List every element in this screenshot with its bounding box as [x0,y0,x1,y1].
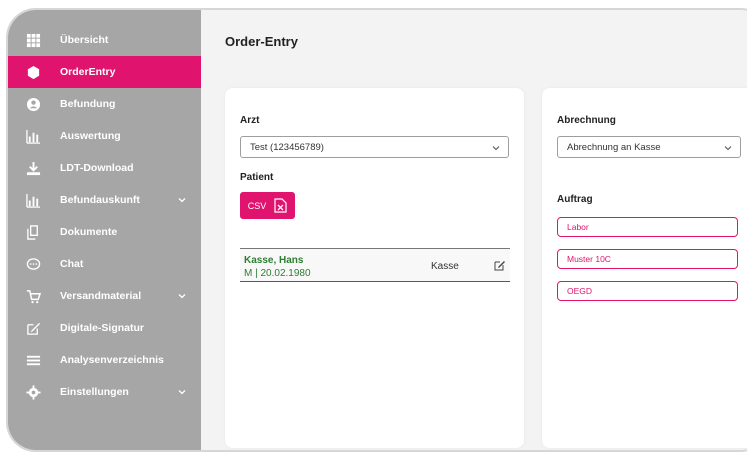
sidebar-item-label: OrderEntry [60,66,116,78]
sidebar-item-label: Einstellungen [60,386,129,398]
gear-icon [24,383,42,401]
sidebar-item-übersicht[interactable]: Übersicht [8,24,201,56]
sidebar-item-versandmaterial[interactable]: Versandmaterial [8,280,201,312]
chevron-down-icon [178,198,186,203]
user-circle-icon [24,95,42,113]
csv-import-button[interactable]: CSV [240,192,295,219]
sidebar-item-label: LDT-Download [60,162,134,174]
chevron-down-icon [724,146,732,151]
bar-chart-icon [24,191,42,209]
order-card: Arzt Test (123456789) Patient CSV Kasse,… [225,88,524,448]
list-icon [24,351,42,369]
edit-icon [24,319,42,337]
patient-name: Kasse, Hans [244,255,304,266]
sidebar-item-digitale-signatur[interactable]: Digitale-Signatur [8,312,201,344]
order-oegd-label: OEGD [567,286,593,296]
bar-chart-icon [24,127,42,145]
main-content: Order-Entry Arzt Test (123456789) Patien… [201,10,747,450]
app-window: Übersicht OrderEntry Befundung Auswertung LD… [6,8,747,452]
billing-card: Abrechnung Abrechnung an Kasse Auftrag L… [542,88,747,448]
chevron-down-icon [178,390,186,395]
sidebar-item-ldt-download[interactable]: LDT-Download [8,152,201,184]
page-title: Order-Entry [225,34,298,49]
abrechnung-select-value: Abrechnung an Kasse [567,141,661,153]
sidebar-item-befundung[interactable]: Befundung [8,88,201,120]
order-oegd-button[interactable]: OEGD [557,281,738,301]
sidebar: Übersicht OrderEntry Befundung Auswertung LD… [8,10,201,450]
sidebar-item-orderentry[interactable]: OrderEntry [8,56,201,88]
patient-insurance-type: Kasse [431,261,459,272]
csv-button-label: CSV [247,200,267,211]
sidebar-item-chat[interactable]: Chat [8,248,201,280]
chat-icon [24,255,42,273]
abrechnung-label: Abrechnung [557,115,616,126]
order-muster-10c-label: Muster 10C [567,254,611,264]
sidebar-item-label: Chat [60,258,84,270]
sidebar-item-label: Auswertung [60,130,121,142]
sidebar-item-label: Befundung [60,98,116,110]
excel-file-icon [274,198,287,213]
order-muster-10c-button[interactable]: Muster 10C [557,249,738,269]
abrechnung-select[interactable]: Abrechnung an Kasse [557,136,741,158]
sidebar-item-auswertung[interactable]: Auswertung [8,120,201,152]
sidebar-item-einstellungen[interactable]: Einstellungen [8,376,201,408]
sidebar-item-label: Digitale-Signatur [60,322,145,334]
order-labor-button[interactable]: Labor [557,217,738,237]
sidebar-item-label: Übersicht [60,34,109,46]
sidebar-item-befundauskunft[interactable]: Befundauskunft [8,184,201,216]
documents-icon [24,223,42,241]
sidebar-item-label: Befundauskunft [60,194,140,206]
cube-icon [24,63,42,81]
arzt-label: Arzt [240,115,260,126]
order-labor-label: Labor [567,222,589,232]
edit-icon[interactable] [494,259,506,271]
chevron-down-icon [178,294,186,299]
arzt-select[interactable]: Test (123456789) [240,136,509,158]
sidebar-item-label: Versandmaterial [60,290,142,302]
patient-info: M | 20.02.1980 [244,268,311,279]
sidebar-item-label: Analysenverzeichnis [60,354,164,366]
sidebar-item-analysenverzeichnis[interactable]: Analysenverzeichnis [8,344,201,376]
patient-label: Patient [240,172,274,183]
auftrag-label: Auftrag [557,194,593,205]
download-icon [24,159,42,177]
chevron-down-icon [492,146,500,151]
patient-row[interactable]: Kasse, Hans M | 20.02.1980 Kasse [240,248,510,282]
grid-icon [24,31,42,49]
sidebar-item-label: Dokumente [60,226,118,238]
cart-icon [24,287,42,305]
arzt-select-value: Test (123456789) [250,141,324,153]
sidebar-item-dokumente[interactable]: Dokumente [8,216,201,248]
